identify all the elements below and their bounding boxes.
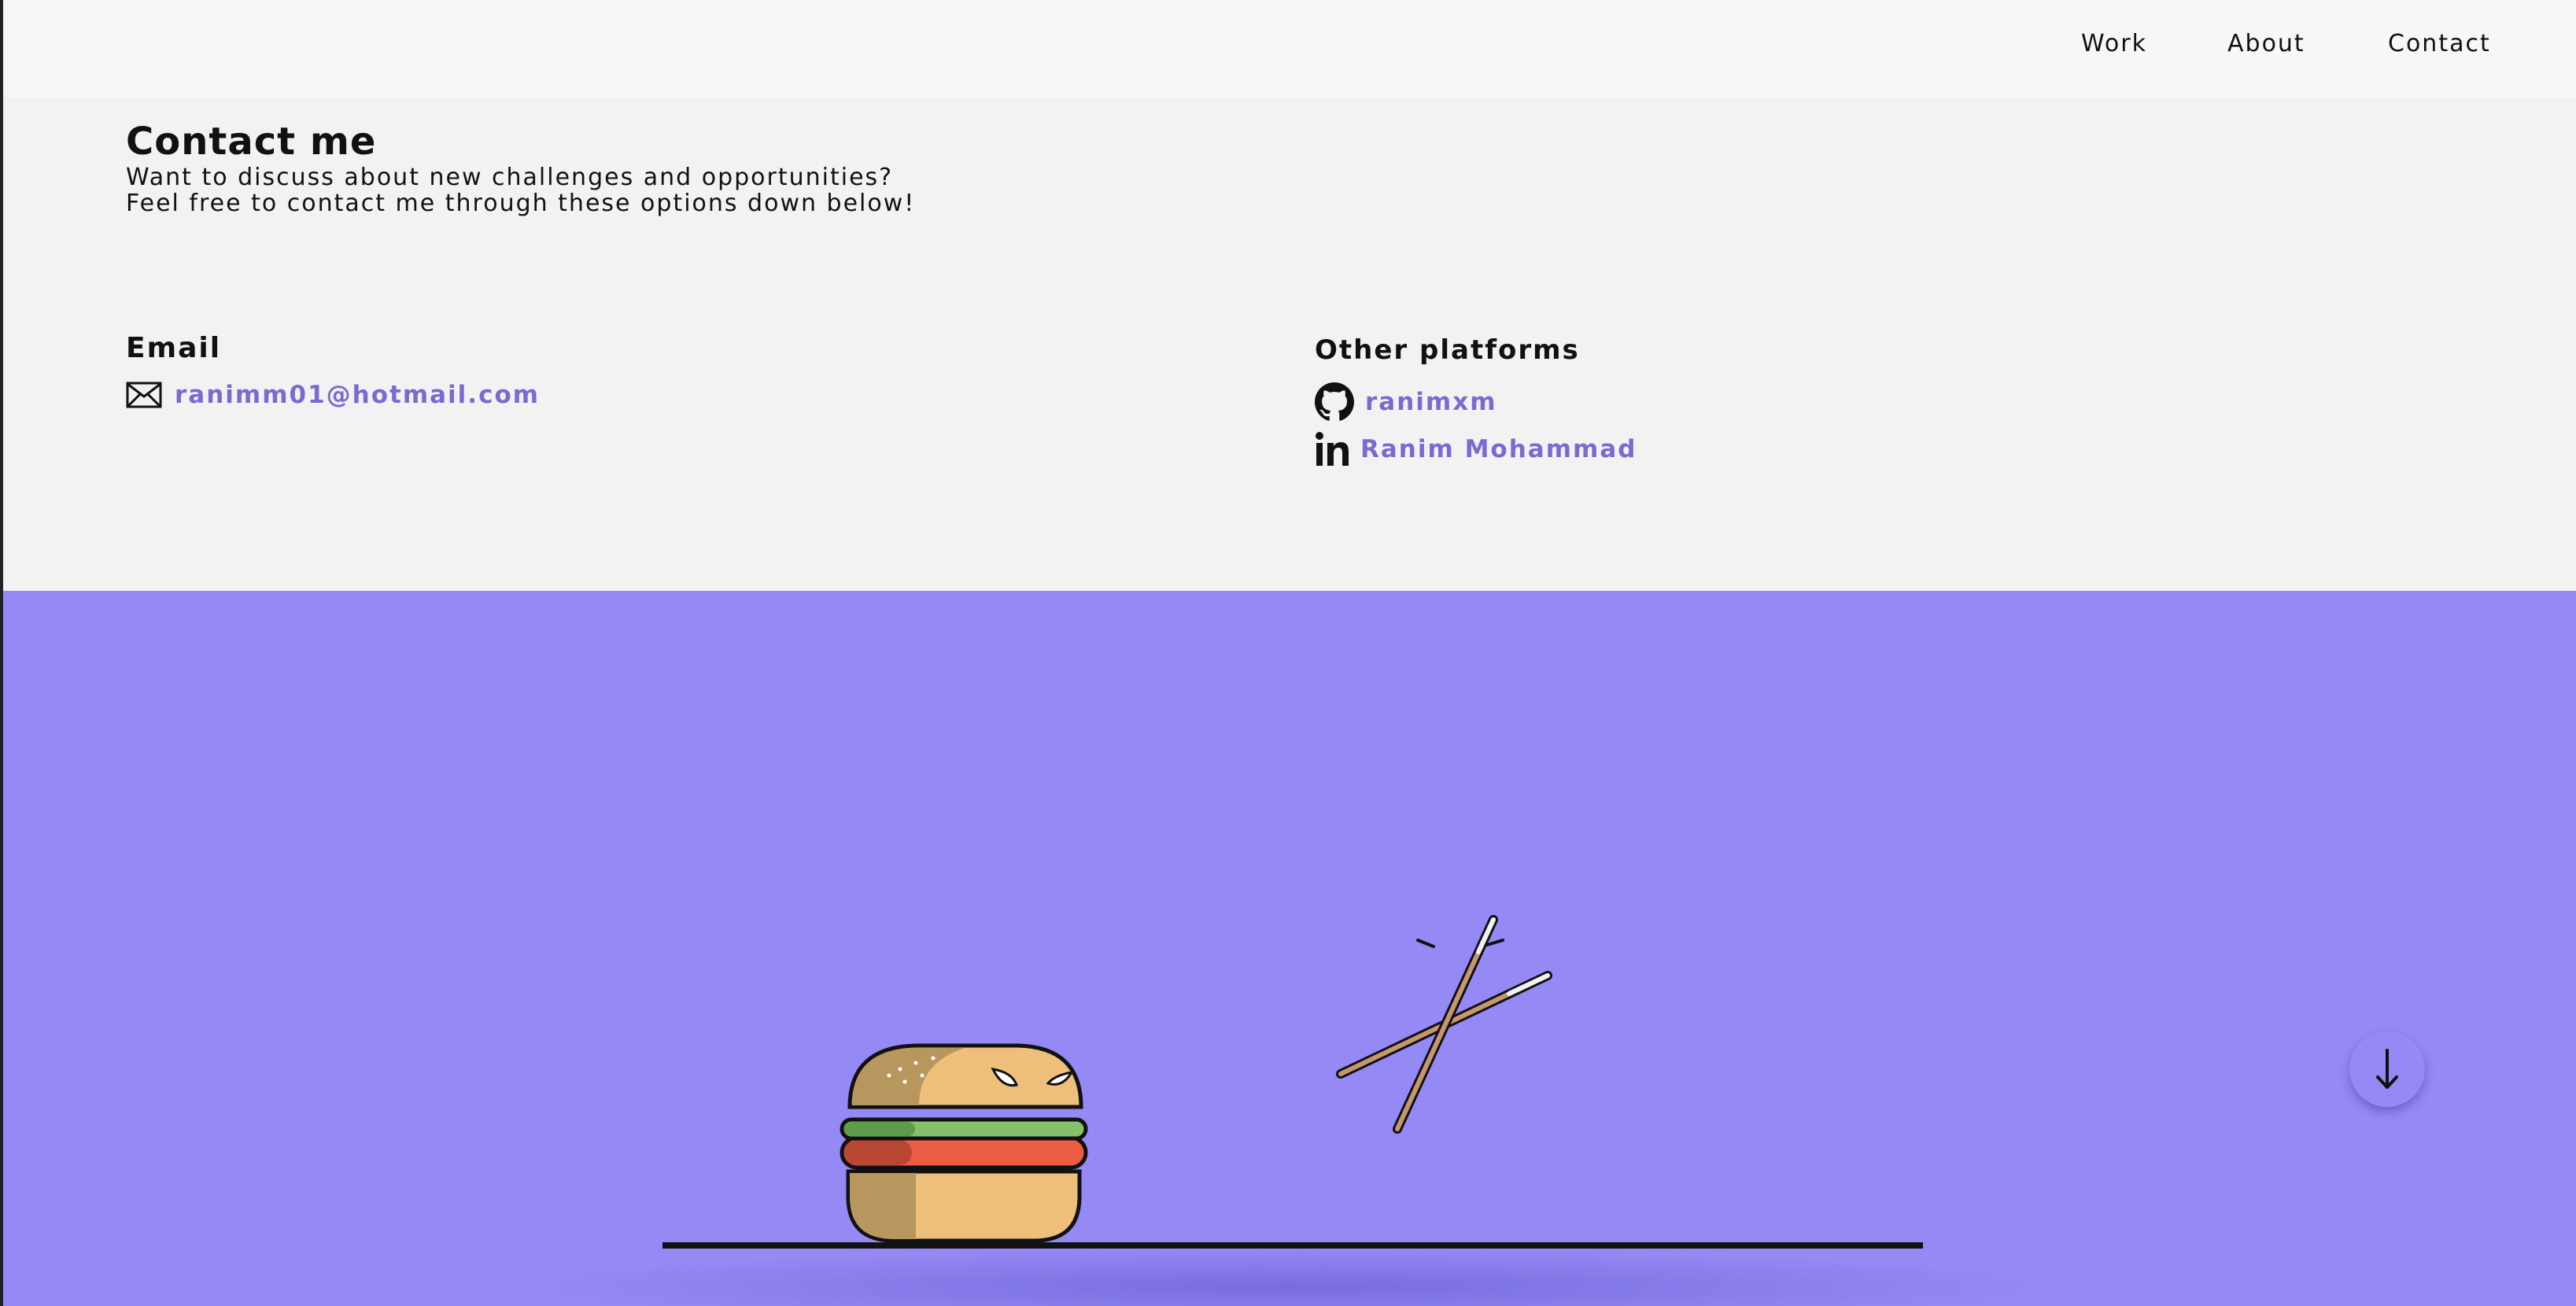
contact-intro-line-1: Want to discuss about new challenges and… — [126, 164, 894, 191]
scene-illustration — [519, 915, 2061, 1306]
burger-illustration — [840, 1043, 1088, 1243]
nav-link-contact[interactable]: Contact — [2388, 30, 2491, 57]
chopsticks-illustration — [1336, 915, 1552, 1134]
floor-shadow — [519, 1248, 2061, 1306]
linkedin-icon — [1316, 432, 1349, 466]
window-edge — [0, 0, 3, 1306]
other-platforms-heading: Other platforms — [1315, 334, 1580, 366]
envelope-icon — [126, 382, 162, 408]
linkedin-link[interactable]: Ranim Mohammad — [1360, 435, 1637, 463]
scroll-down-button[interactable] — [2349, 1031, 2425, 1107]
nav-link-work[interactable]: Work — [2081, 30, 2147, 57]
nav-link-about[interactable]: About — [2227, 30, 2305, 57]
email-row: ranimm01@hotmail.com — [126, 379, 540, 411]
page-title: Contact me — [126, 120, 377, 164]
linkedin-row: Ranim Mohammad — [1315, 430, 1637, 469]
illustration-scene — [3, 591, 2576, 1306]
contact-intro: Want to discuss about new challenges and… — [126, 164, 915, 216]
github-link[interactable]: ranimxm — [1365, 388, 1497, 416]
arrow-down-icon — [2376, 1049, 2398, 1089]
contact-intro-line-2: Feel free to contact me through these op… — [126, 190, 916, 217]
top-nav: Work About Contact — [3, 0, 2576, 98]
email-heading: Email — [126, 332, 222, 364]
email-link[interactable]: ranimm01@hotmail.com — [175, 381, 540, 409]
github-icon — [1315, 382, 1354, 421]
github-row: ranimxm — [1315, 382, 1497, 422]
